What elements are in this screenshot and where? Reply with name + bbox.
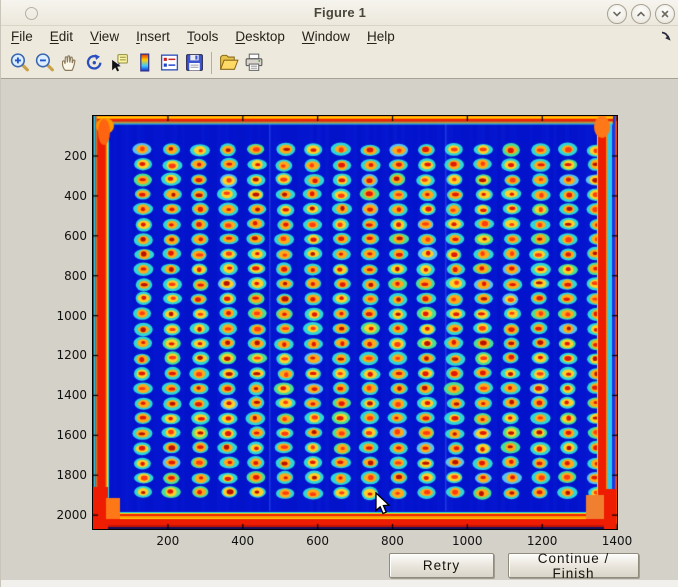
menu-item-edit[interactable]: Edit xyxy=(50,29,73,44)
menu-item-insert[interactable]: Insert xyxy=(136,29,170,44)
save-figure-icon xyxy=(184,52,205,73)
window-bottom-edge xyxy=(1,580,678,587)
menu-item-label: elp xyxy=(377,29,395,44)
menu-item-mnemonic: E xyxy=(50,29,59,44)
menu-item-desktop[interactable]: Desktop xyxy=(235,29,285,44)
chevron-down-icon xyxy=(612,9,622,19)
minimize-button[interactable] xyxy=(607,4,627,24)
maximize-button[interactable] xyxy=(631,4,651,24)
heatmap-image[interactable] xyxy=(93,116,617,529)
pan-icon xyxy=(59,52,80,73)
menu-item-view[interactable]: View xyxy=(90,29,119,44)
x-tick-label: 1400 xyxy=(595,534,639,548)
y-tick-label: 1000 xyxy=(53,309,87,323)
menu-item-label: nsert xyxy=(140,29,170,44)
zoom-in-icon xyxy=(9,52,30,73)
zoom-out-icon xyxy=(34,52,55,73)
menu-item-label: ile xyxy=(19,29,33,44)
toolbar-print-figure-button[interactable] xyxy=(242,50,266,76)
y-tick-label: 1400 xyxy=(53,388,87,402)
rotate-3d-icon xyxy=(84,52,105,73)
menubar: File Edit View Insert Tools Desktop Window Help xyxy=(1,26,678,47)
toolbar-separator xyxy=(211,52,212,74)
toolbar-rotate-3d-button[interactable] xyxy=(82,50,106,76)
toolbar-colorbar-button[interactable] xyxy=(132,50,156,76)
menu-item-mnemonic: H xyxy=(367,29,377,44)
toolbar-pan-button[interactable] xyxy=(57,50,81,76)
menu-item-mnemonic: W xyxy=(302,29,315,44)
toolbar-insert-legend-button[interactable] xyxy=(157,50,181,76)
continue-finish-button[interactable]: Continue / Finish xyxy=(508,553,639,578)
print-figure-icon xyxy=(243,52,265,73)
y-tick-label: 600 xyxy=(53,229,87,243)
menu-item-mnemonic: F xyxy=(11,29,19,44)
x-tick-label: 400 xyxy=(221,534,265,548)
toolbar-data-cursor-button[interactable] xyxy=(107,50,131,76)
menu-item-tools[interactable]: Tools xyxy=(187,29,219,44)
x-tick-label: 800 xyxy=(370,534,414,548)
menu-item-label: esktop xyxy=(245,29,285,44)
window-title: Figure 1 xyxy=(1,5,678,20)
open-file-icon xyxy=(218,52,240,73)
close-icon xyxy=(660,9,670,19)
data-cursor-icon xyxy=(109,52,130,73)
close-button[interactable] xyxy=(655,4,675,24)
colorbar-icon xyxy=(134,52,155,73)
toolbar-zoom-out-button[interactable] xyxy=(32,50,56,76)
toolbar-zoom-in-button[interactable] xyxy=(7,50,31,76)
y-tick-label: 1200 xyxy=(53,348,87,362)
titlebar: Figure 1 xyxy=(1,0,678,26)
insert-legend-icon xyxy=(159,52,180,73)
toolbar-save-figure-button[interactable] xyxy=(182,50,206,76)
x-tick-label: 1200 xyxy=(520,534,564,548)
y-tick-label: 1800 xyxy=(53,468,87,482)
x-tick-label: 200 xyxy=(146,534,190,548)
menu-item-label: dit xyxy=(59,29,73,44)
chevron-up-icon xyxy=(636,9,646,19)
toolbar xyxy=(1,47,678,79)
x-tick-label: 600 xyxy=(296,534,340,548)
menu-item-label: indow xyxy=(315,29,350,44)
y-tick-label: 800 xyxy=(53,269,87,283)
menu-item-help[interactable]: Help xyxy=(367,29,395,44)
menu-item-label: ools xyxy=(194,29,219,44)
menu-item-label: iew xyxy=(99,29,119,44)
menu-item-mnemonic: D xyxy=(235,29,245,44)
axes-box xyxy=(92,115,618,530)
x-tick-label: 1000 xyxy=(445,534,489,548)
y-tick-label: 1600 xyxy=(53,428,87,442)
figure-canvas-area: Retry Continue / Finish 200 400 600 800 1000… xyxy=(1,79,678,580)
y-tick-label: 200 xyxy=(53,149,87,163)
toolbar-open-file-button[interactable] xyxy=(217,50,241,76)
y-tick-label: 2000 xyxy=(53,508,87,522)
menu-item-file[interactable]: File xyxy=(11,29,33,44)
y-tick-label: 400 xyxy=(53,189,87,203)
menu-item-mnemonic: T xyxy=(187,29,194,44)
retry-button[interactable]: Retry xyxy=(389,553,494,578)
figure-window: Figure 1 File Edit View Insert Tools Desktop W… xyxy=(0,0,678,587)
menu-item-mnemonic: V xyxy=(90,29,99,44)
menu-item-window[interactable]: Window xyxy=(302,29,350,44)
dock-figure-icon[interactable] xyxy=(660,30,673,43)
